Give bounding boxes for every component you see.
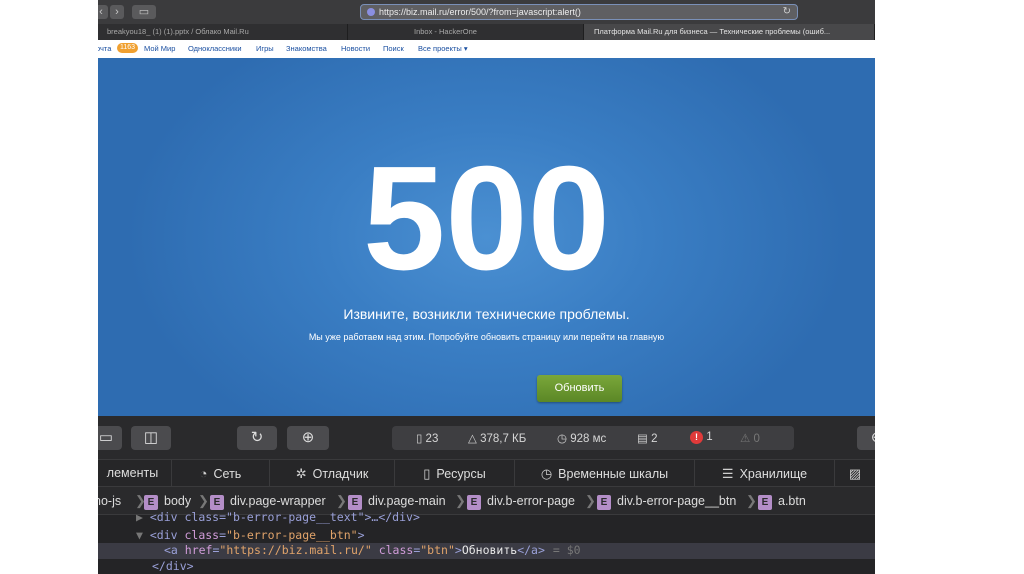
split-view-icon[interactable]: ◫ [131, 426, 171, 450]
tab-network[interactable]: ◔ Сеть [172, 460, 270, 487]
dom-tree: ▶ <div class="b-error-page__text">…</div… [98, 510, 875, 574]
crumb-page-main[interactable]: Ediv.page-main [348, 494, 446, 510]
crumb-a-btn[interactable]: Ea.btn [758, 494, 806, 510]
weight-icon: △ [468, 433, 477, 445]
chevron-right-icon: ❯ [198, 493, 209, 508]
file-icon: ▯ [423, 466, 431, 481]
bug-icon: ✲ [295, 466, 307, 481]
forward-button[interactable]: › [110, 5, 124, 19]
dock-icon[interactable]: ▭ [98, 426, 122, 450]
crumb-error-page[interactable]: Ediv.b-error-page [467, 494, 575, 510]
image-icon: ▨ [848, 466, 862, 481]
element-icon: E [210, 495, 224, 510]
error-code: 500 [363, 136, 610, 301]
tab-elements[interactable]: лементы [98, 460, 172, 487]
crumb-html[interactable]: no-js [98, 494, 121, 508]
chevron-right-icon: ❯ [336, 493, 347, 508]
title-bar: ‹ › ▭ https://biz.mail.ru/error/500/?fro… [98, 0, 875, 24]
target-icon[interactable]: ⊕ [857, 426, 875, 450]
tab-storage[interactable]: ☰ Хранилище [695, 460, 835, 487]
tab-cloud[interactable]: breakyou18_ (1) (1).pptx / Облако Mail.R… [98, 24, 348, 40]
element-icon: E [348, 495, 362, 510]
element-icon: E [758, 495, 772, 510]
transfer-size[interactable]: △ 378,7 КБ [468, 431, 526, 445]
sidebar-toggle-icon[interactable]: ▭ [132, 5, 156, 19]
resources-count[interactable]: ▯ 23 [416, 431, 438, 445]
portal-mail-link[interactable]: очта [98, 44, 111, 53]
crumb-error-page-btn[interactable]: Ediv.b-error-page__btn [597, 494, 736, 510]
portal-link-mymir[interactable]: Мой Мир [144, 44, 175, 53]
portal-bar: очта 1163 Мой Мир Одноклассники Игры Зна… [98, 40, 875, 58]
log-count[interactable]: ▤ 2 [637, 431, 657, 445]
element-icon: E [597, 495, 611, 510]
message-icon: ▤ [637, 433, 648, 445]
error-headline: Извините, возникли технические проблемы. [343, 306, 630, 322]
devtools-panel-tabs: лементы ◔ Сеть ✲ Отладчик ▯ Ресурсы ◷ Времен… [98, 459, 875, 487]
reload-icon[interactable]: ↻ [783, 6, 791, 17]
mail-count-badge: 1163 [117, 43, 139, 53]
tab-bar: breakyou18_ (1) (1).pptx / Облако Mail.R… [98, 24, 875, 40]
portal-link-games[interactable]: Игры [256, 44, 274, 53]
network-icon: ◔ [199, 466, 208, 481]
page-stats: ▯ 23 △ 378,7 КБ ◷ 928 мс ▤ 2 ! 1 ⚠ 0 [392, 426, 794, 450]
warning-count[interactable]: ⚠ 0 [740, 431, 760, 445]
portal-link-all-projects[interactable]: Все проекты ▾ [418, 44, 468, 53]
crumb-body[interactable]: Ebody [144, 494, 191, 510]
element-icon: E [144, 495, 158, 510]
chevron-right-icon: ❯ [455, 493, 466, 508]
back-button[interactable]: ‹ [98, 5, 108, 19]
warning-icon: ⚠ [740, 433, 751, 445]
devtools-toolbar: ▭ ◫ ↻ ⊕ ▯ 23 △ 378,7 КБ ◷ 928 мс ▤ 2 ! 1… [98, 418, 875, 458]
chevron-right-icon: ❯ [746, 493, 757, 508]
tab-debugger[interactable]: ✲ Отладчик [270, 460, 395, 487]
browser-window: ‹ › ▭ https://biz.mail.ru/error/500/?fro… [98, 0, 875, 574]
clock-icon: ◷ [557, 433, 568, 445]
dom-line-text[interactable]: ▶ <div class="b-error-page__text">…</div… [136, 510, 420, 524]
dom-line-anchor-selected[interactable]: <a href="https://biz.mail.ru/" class="bt… [98, 543, 875, 559]
crumb-page-wrapper[interactable]: Ediv.page-wrapper [210, 494, 326, 510]
expand-triangle-icon[interactable]: ▶ [136, 510, 150, 524]
address-bar[interactable]: https://biz.mail.ru/error/500/?from=java… [360, 4, 798, 20]
error-icon: ! [690, 431, 703, 444]
element-icon: E [467, 495, 481, 510]
download-icon[interactable]: ⊕ [287, 426, 329, 450]
storage-icon: ☰ [721, 466, 734, 481]
error-page: 500 Извините, возникли технические пробл… [98, 58, 875, 416]
error-count[interactable]: ! 1 [690, 431, 713, 444]
site-favicon-icon [367, 8, 375, 16]
dom-line-close-div[interactable]: </div> [152, 559, 194, 573]
tab-business-error[interactable]: Платформа Mail.Ru для бизнеса — Техничес… [584, 24, 875, 40]
portal-link-dating[interactable]: Знакомства [286, 44, 327, 53]
document-icon: ▯ [416, 433, 423, 445]
collapse-triangle-icon[interactable]: ▼ [136, 528, 150, 542]
error-subtext: Мы уже работаем над этим. Попробуйте обн… [308, 332, 665, 342]
chevron-right-icon: ❯ [585, 493, 596, 508]
tab-timelines[interactable]: ◷ Временные шкалы [515, 460, 695, 487]
timeline-clock-icon: ◷ [540, 466, 553, 481]
dom-line-btn-div[interactable]: ▼ <div class="b-error-page__btn"> [136, 528, 365, 542]
url-text: https://biz.mail.ru/error/500/?from=java… [379, 7, 581, 17]
portal-link-ok[interactable]: Одноклассники [188, 44, 242, 53]
portal-link-search[interactable]: Поиск [383, 44, 404, 53]
tab-canvas[interactable]: ▨ [835, 460, 875, 487]
load-time[interactable]: ◷ 928 мс [557, 431, 606, 445]
tab-hackerone[interactable]: Inbox - HackerOne [348, 24, 584, 40]
refresh-button[interactable]: Обновить [537, 375, 622, 402]
reload-page-icon[interactable]: ↻ [237, 426, 277, 450]
tab-resources[interactable]: ▯ Ресурсы [395, 460, 515, 487]
portal-link-news[interactable]: Новости [341, 44, 370, 53]
